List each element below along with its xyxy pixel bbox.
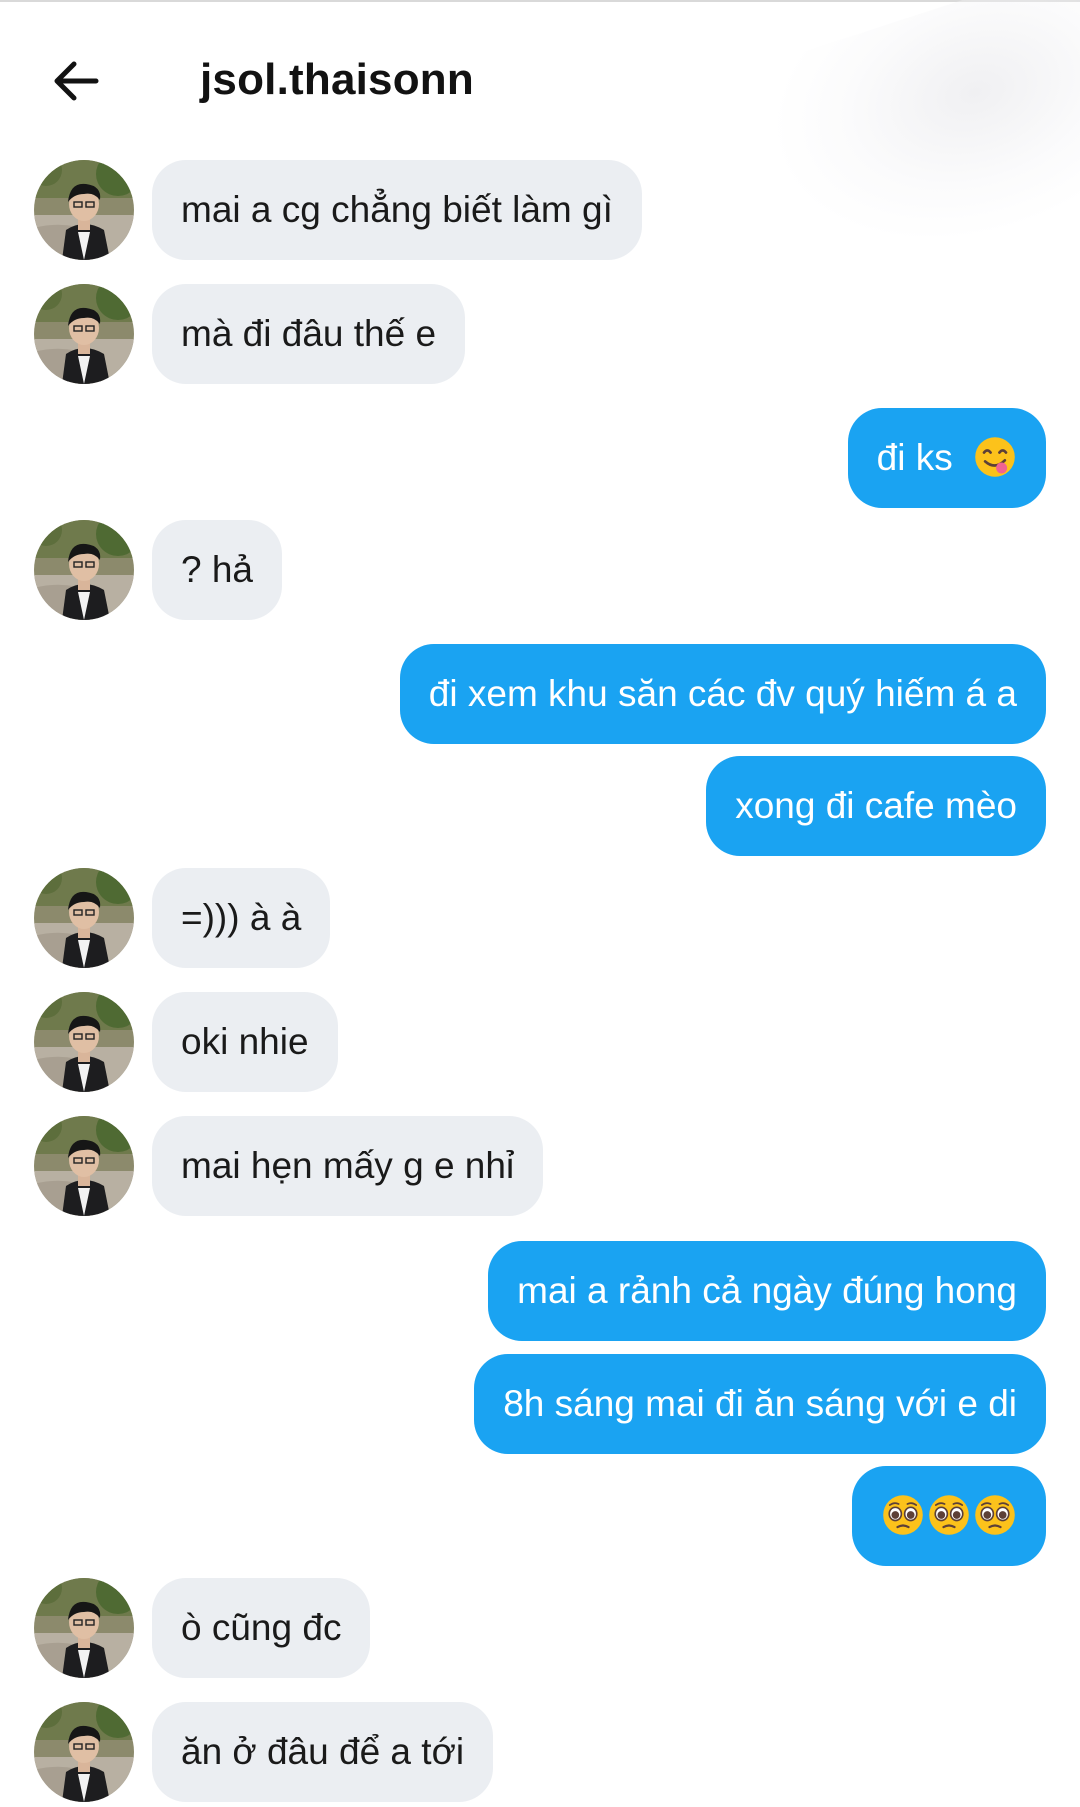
avatar[interactable] <box>34 868 134 968</box>
message-row-incoming: mai hẹn mấy g e nhỉ <box>0 1116 1080 1216</box>
chat-header: jsol.thaisonn <box>0 0 1080 160</box>
avatar[interactable] <box>34 520 134 620</box>
message-row-incoming: ò cũng đc <box>0 1578 1080 1678</box>
message-bubble-outgoing[interactable]: mai a rảnh cả ngày đúng hong <box>488 1241 1046 1341</box>
avatar[interactable] <box>34 1702 134 1802</box>
message-bubble-outgoing[interactable]: xong đi cafe mèo <box>706 756 1046 856</box>
avatar[interactable] <box>34 1116 134 1216</box>
yum-face-icon <box>973 435 1017 479</box>
message-row-outgoing <box>0 1466 1080 1566</box>
arrow-left-icon <box>54 61 99 101</box>
message-row-incoming: ăn ở đâu để a tới <box>0 1702 1080 1802</box>
message-row-incoming: =))) à à <box>0 868 1080 968</box>
message-row-outgoing: 8h sáng mai đi ăn sáng với e di <box>0 1354 1080 1454</box>
pleading-face-icon <box>927 1493 971 1537</box>
pleading-face-icon <box>973 1493 1017 1537</box>
message-bubble-incoming[interactable]: mà đi đâu thế e <box>152 284 466 384</box>
back-button[interactable] <box>46 50 108 112</box>
message-bubble-incoming[interactable]: =))) à à <box>152 868 331 968</box>
message-bubble-outgoing[interactable] <box>852 1466 1046 1566</box>
avatar[interactable] <box>34 160 134 260</box>
message-row-outgoing: đi xem khu săn các đv quý hiếm á a <box>0 644 1080 744</box>
message-bubble-incoming[interactable]: mai a cg chẳng biết làm gì <box>152 160 642 260</box>
message-bubble-outgoing[interactable]: đi xem khu săn các đv quý hiếm á a <box>399 644 1046 744</box>
pleading-face-icon <box>881 1493 925 1537</box>
message-row-incoming: oki nhie <box>0 992 1080 1092</box>
message-text: đi ks <box>876 437 953 478</box>
message-row-outgoing: xong đi cafe mèo <box>0 756 1080 856</box>
message-row-incoming: ? hả <box>0 520 1080 620</box>
avatar[interactable] <box>34 992 134 1092</box>
conversation-title: jsol.thaisonn <box>200 55 474 104</box>
message-bubble-outgoing[interactable]: 8h sáng mai đi ăn sáng với e di <box>474 1354 1046 1454</box>
message-bubble-outgoing[interactable]: đi ks <box>847 408 1046 508</box>
message-row-outgoing: mai a rảnh cả ngày đúng hong <box>0 1241 1080 1341</box>
message-bubble-incoming[interactable]: ò cũng đc <box>152 1578 371 1678</box>
avatar[interactable] <box>34 1578 134 1678</box>
message-bubble-incoming[interactable]: ăn ở đâu để a tới <box>152 1702 494 1802</box>
message-bubble-incoming[interactable]: oki nhie <box>152 992 338 1092</box>
message-row-outgoing: đi ks <box>0 408 1080 508</box>
message-bubble-incoming[interactable]: ? hả <box>152 520 283 620</box>
message-bubble-incoming[interactable]: mai hẹn mấy g e nhỉ <box>152 1116 544 1216</box>
avatar[interactable] <box>34 284 134 384</box>
message-row-incoming: mà đi đâu thế e <box>0 284 1080 384</box>
message-row-incoming: mai a cg chẳng biết làm gì <box>0 160 1080 260</box>
